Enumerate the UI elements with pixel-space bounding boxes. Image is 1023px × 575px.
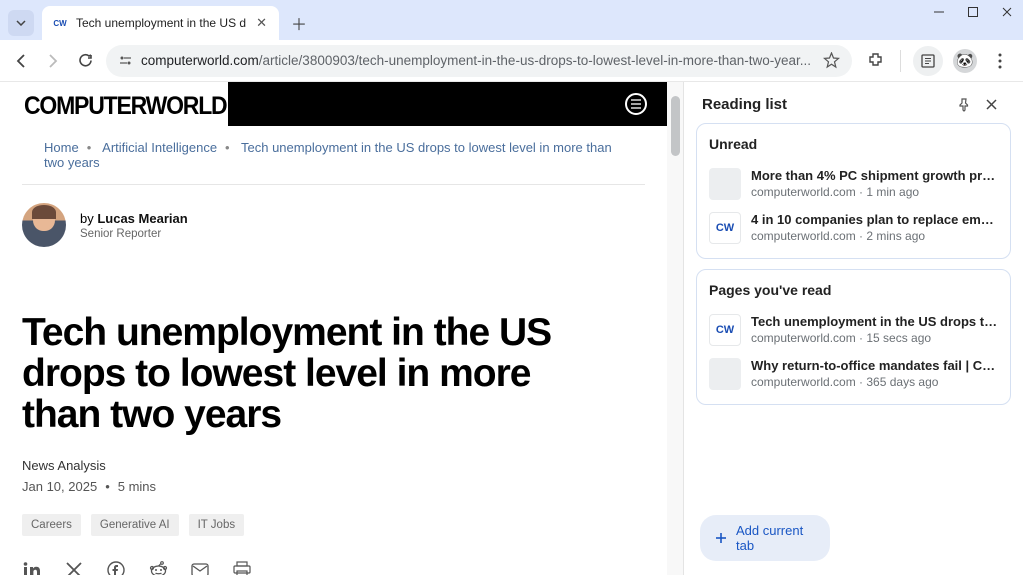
minimize-button[interactable]: [933, 6, 949, 18]
item-thumbnail: [709, 358, 741, 390]
item-title: Tech unemployment in the US drops to low…: [751, 314, 998, 329]
reading-list-item[interactable]: CW Tech unemployment in the US drops to l…: [709, 308, 998, 352]
reading-list-icon[interactable]: [913, 46, 943, 76]
breadcrumb-category[interactable]: Artificial Intelligence: [102, 140, 217, 155]
author-avatar[interactable]: [22, 203, 66, 247]
section-title: Unread: [709, 136, 998, 152]
site-header: COMPUTERWORLD: [0, 82, 667, 126]
url-bar[interactable]: computerworld.com/article/3800903/tech-u…: [106, 45, 852, 77]
url-text: computerworld.com/article/3800903/tech-u…: [141, 53, 815, 68]
article-date: Jan 10, 2025: [22, 479, 97, 494]
add-current-tab-button[interactable]: Add current tab: [700, 515, 830, 561]
reading-list-panel: Reading list Unread More than 4% PC shipm…: [683, 82, 1023, 575]
toolbar-separator: [900, 50, 901, 72]
site-nav-bar: [228, 82, 667, 126]
menu-icon[interactable]: [625, 93, 647, 115]
tab-search-button[interactable]: [8, 10, 34, 36]
email-icon[interactable]: [190, 560, 210, 575]
item-title: Why return-to-office mandates fail | Com…: [751, 358, 998, 373]
tab-favicon: CW: [52, 15, 68, 31]
page-content: COMPUTERWORLD Home• Artificial Intellige…: [0, 82, 683, 575]
article-headline: Tech unemployment in the US drops to low…: [0, 265, 620, 448]
item-thumbnail: CW: [709, 212, 741, 244]
reading-list-item[interactable]: Why return-to-office mandates fail | Com…: [709, 352, 998, 396]
reading-list-section: Pages you've read CW Tech unemployment in …: [696, 269, 1011, 405]
address-bar: computerworld.com/article/3800903/tech-u…: [0, 40, 1023, 82]
print-icon[interactable]: [232, 560, 252, 575]
item-thumbnail: [709, 168, 741, 200]
item-meta: computerworld.com · 365 days ago: [751, 375, 998, 389]
author-role: Senior Reporter: [80, 228, 188, 240]
extensions-icon[interactable]: [862, 48, 888, 74]
site-logo[interactable]: COMPUTERWORLD: [24, 91, 210, 121]
profile-button[interactable]: 🐼: [953, 49, 977, 73]
chrome-menu-button[interactable]: [987, 48, 1013, 74]
reddit-icon[interactable]: [148, 560, 168, 575]
reload-button[interactable]: [74, 50, 96, 72]
add-button-label: Add current tab: [736, 523, 816, 553]
new-tab-button[interactable]: ＋: [285, 9, 313, 37]
close-panel-icon[interactable]: [985, 98, 1005, 111]
byline-prefix: by: [80, 211, 97, 226]
share-bar: [0, 546, 667, 575]
browser-tab-strip: CW Tech unemployment in the US d ✕ ＋: [0, 0, 1023, 40]
pin-icon[interactable]: [957, 98, 977, 112]
read-time: 5 mins: [118, 479, 156, 494]
section-title: Pages you've read: [709, 282, 998, 298]
tag[interactable]: Generative AI: [91, 514, 179, 536]
item-title: 4 in 10 companies plan to replace employ…: [751, 212, 998, 227]
browser-tab[interactable]: CW Tech unemployment in the US d ✕: [42, 6, 279, 40]
reading-list-item[interactable]: CW 4 in 10 companies plan to replace empl…: [709, 206, 998, 250]
item-meta: computerworld.com · 15 secs ago: [751, 331, 998, 345]
tab-title: Tech unemployment in the US d: [76, 16, 246, 30]
window-controls: [933, 6, 1017, 18]
reading-list-section: Unread More than 4% PC shipment growth pr…: [696, 123, 1011, 259]
close-window-button[interactable]: [1001, 6, 1017, 18]
facebook-icon[interactable]: [106, 560, 126, 575]
article-type: News Analysis: [22, 458, 645, 473]
item-meta: computerworld.com · 2 mins ago: [751, 229, 998, 243]
breadcrumb: Home• Artificial Intelligence• Tech unem…: [22, 126, 645, 185]
tag[interactable]: IT Jobs: [189, 514, 245, 536]
site-settings-icon[interactable]: [118, 53, 133, 68]
reading-list-item[interactable]: More than 4% PC shipment growth predicte…: [709, 162, 998, 206]
author-name[interactable]: Lucas Mearian: [97, 211, 187, 226]
item-meta: computerworld.com · 1 min ago: [751, 185, 998, 199]
panel-title: Reading list: [702, 96, 949, 113]
maximize-button[interactable]: [967, 6, 983, 18]
back-button[interactable]: [10, 50, 32, 72]
item-thumbnail: CW: [709, 314, 741, 346]
scrollbar[interactable]: [667, 82, 683, 575]
tag-list: Careers Generative AI IT Jobs: [0, 504, 667, 546]
byline: by Lucas Mearian Senior Reporter: [0, 185, 667, 265]
x-twitter-icon[interactable]: [64, 560, 84, 575]
forward-button[interactable]: [42, 50, 64, 72]
bookmark-icon[interactable]: [823, 52, 840, 69]
article-meta: News Analysis Jan 10, 2025•5 mins: [0, 448, 667, 504]
breadcrumb-home[interactable]: Home: [44, 140, 79, 155]
item-title: More than 4% PC shipment growth predicte…: [751, 168, 998, 183]
tag[interactable]: Careers: [22, 514, 81, 536]
plus-icon: [714, 531, 728, 545]
linkedin-icon[interactable]: [22, 560, 42, 575]
close-tab-button[interactable]: ✕: [254, 13, 269, 33]
